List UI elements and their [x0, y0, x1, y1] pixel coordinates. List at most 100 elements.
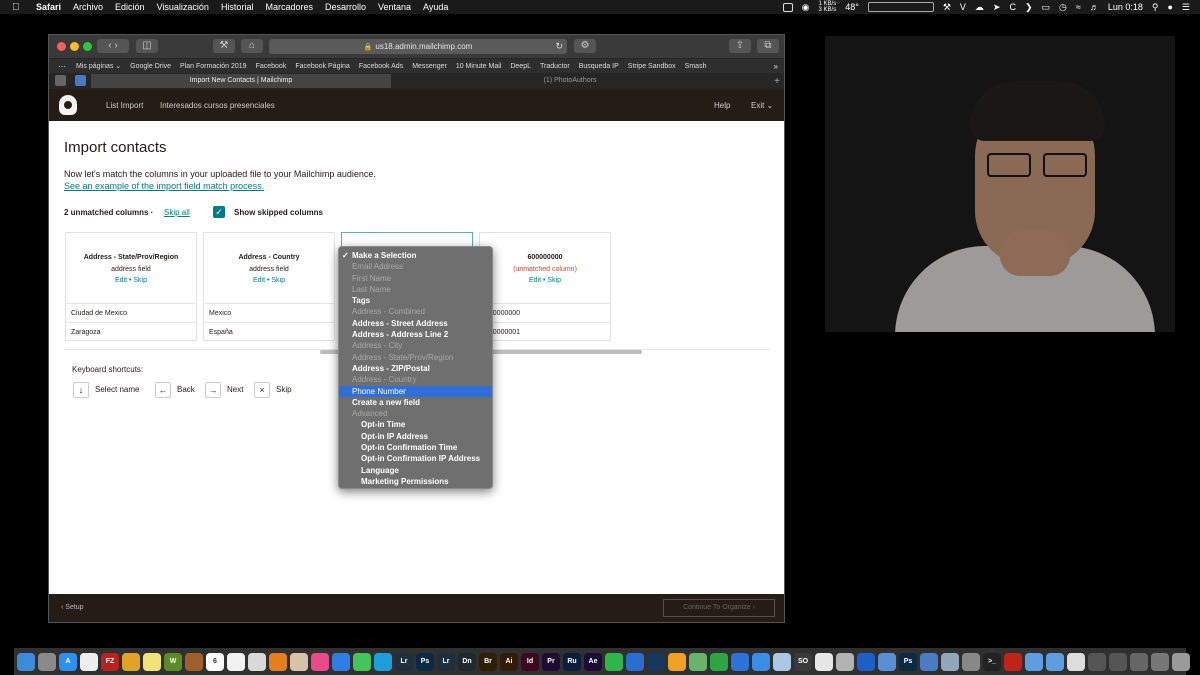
window-icon[interactable] [1130, 652, 1148, 671]
close-window-button[interactable] [57, 42, 66, 51]
example-link[interactable]: See an example of the import field match… [64, 181, 264, 191]
aftereffects-icon[interactable]: Ae [584, 652, 602, 671]
chrome-icon[interactable] [122, 652, 140, 671]
clock-icon[interactable] [80, 652, 98, 671]
column-actions[interactable]: Edit • Skip [204, 277, 334, 284]
dropdown-option[interactable]: Opt-in Confirmation Time [339, 442, 492, 453]
notes-icon[interactable] [143, 652, 161, 671]
network-icon[interactable] [878, 652, 896, 671]
whatsapp-icon[interactable] [605, 652, 623, 671]
extension-icon[interactable]: ⚒ [213, 39, 235, 53]
menu-ayuda[interactable]: Ayuda [423, 2, 448, 12]
lightroom-classic-icon[interactable]: Lr [437, 652, 455, 671]
continue-to-organize-button[interactable]: Continue To Organize › [663, 599, 775, 617]
favorite-link[interactable]: Traductor [540, 63, 570, 70]
dropdown-option[interactable]: Marketing Permissions [339, 476, 492, 487]
nav-exit[interactable]: Exit ⌄ [751, 101, 773, 110]
minimize-window-button[interactable] [70, 42, 79, 51]
arrow-icon[interactable]: ➤ [993, 2, 1001, 13]
skip-all-link[interactable]: Skip all [164, 208, 190, 217]
illustrator-icon[interactable]: Ai [500, 652, 518, 671]
textedit-icon[interactable] [248, 652, 266, 671]
dropdown-option[interactable]: ✓ Make a Selection [339, 250, 492, 261]
shield-icon[interactable]: ◉ [802, 2, 810, 13]
favorites-overflow-icon[interactable]: » [774, 62, 778, 71]
menu-visualizacion[interactable]: Visualización [157, 2, 209, 12]
back-to-setup-link[interactable]: ‹ Setup [61, 604, 84, 611]
tool-icon[interactable]: ⚒ [943, 2, 951, 13]
photos-icon[interactable] [290, 652, 308, 671]
menubar-search-field[interactable] [867, 2, 934, 12]
reload-icon[interactable]: ↻ [555, 39, 563, 54]
zoom-window-button[interactable] [83, 42, 92, 51]
screenflow-icon[interactable] [836, 652, 854, 671]
premiere-icon[interactable]: Pr [542, 652, 560, 671]
photoshop-small-icon[interactable]: Ps [899, 652, 917, 671]
soundsource-icon[interactable]: SO [794, 652, 812, 671]
tab-import-contacts[interactable]: Import New Contacts | Mailchimp [91, 74, 391, 88]
spotlight-icon[interactable]: ⚲ [1152, 2, 1159, 13]
pages-icon[interactable] [668, 652, 686, 671]
mailchimp-logo-icon[interactable] [59, 95, 77, 115]
dropdown-option[interactable]: Create a new field [339, 397, 492, 408]
teamviewer-icon[interactable] [857, 652, 875, 671]
dropdown-option[interactable]: Email Address [339, 261, 492, 272]
column-actions[interactable]: Edit • Skip [66, 277, 196, 284]
python2-icon[interactable] [1109, 652, 1127, 671]
menu-archivo[interactable]: Archivo [73, 2, 103, 12]
vpn-icon[interactable]: V [960, 2, 966, 12]
list-icon[interactable]: ☰ [1182, 2, 1190, 13]
trash-icon[interactable] [1172, 652, 1190, 671]
dropdown-option[interactable]: Advanced [339, 408, 492, 419]
finder-window-icon[interactable] [920, 652, 938, 671]
dropdown-option[interactable]: Address - State/Prov/Region [339, 352, 492, 363]
filezilla-icon[interactable]: FZ [101, 652, 119, 671]
apple-icon[interactable]:  [12, 2, 26, 13]
dropdown-option[interactable]: Address - Combined [339, 306, 492, 317]
grid-icon[interactable]: ⋯ [58, 62, 66, 71]
clock[interactable]: Lun 0:18 [1108, 2, 1143, 12]
dropdown-option[interactable]: Last Name [339, 284, 492, 295]
chevron-icon[interactable]: ❯ [1025, 2, 1033, 13]
cloud-icon[interactable]: ☁ [975, 2, 984, 13]
maps-icon[interactable] [689, 652, 707, 671]
reminders-icon[interactable] [227, 652, 245, 671]
indesign-icon[interactable]: Id [521, 652, 539, 671]
photoshop-icon[interactable]: Ps [416, 652, 434, 671]
nav-audience[interactable]: Interesados cursos presenciales [160, 101, 275, 110]
mail-icon[interactable] [752, 652, 770, 671]
dropdown-option[interactable]: Tags [339, 295, 492, 306]
bridge-icon[interactable]: Br [479, 652, 497, 671]
dropdown-option[interactable]: Opt-in IP Address [339, 431, 492, 442]
dropdown-option[interactable]: First Name [339, 273, 492, 284]
codeeditor-icon[interactable] [647, 652, 665, 671]
safari-icon[interactable] [332, 652, 350, 671]
dropdown-option[interactable]: Opt-in Confirmation IP Address [339, 453, 492, 464]
menu-desarrollo[interactable]: Desarrollo [325, 2, 366, 12]
dropdown-option[interactable]: Address - Address Line 2 [339, 329, 492, 340]
dropdown-option[interactable]: Address - Country [339, 374, 492, 385]
favorite-link[interactable]: Stripe Sandbox [628, 63, 676, 70]
keynote-icon[interactable] [731, 652, 749, 671]
favorite-link[interactable]: DeepL [510, 63, 531, 70]
nav-list-import[interactable]: List Import [106, 101, 143, 110]
itunes-icon[interactable] [311, 652, 329, 671]
dropdown-option[interactable]: Language [339, 465, 492, 476]
favorite-link[interactable]: Messenger [412, 63, 447, 70]
menu-edicion[interactable]: Edición [115, 2, 145, 12]
dropdown-option[interactable]: Phone Number [339, 385, 492, 397]
pinned-tab-icon[interactable] [75, 75, 86, 86]
favorite-link[interactable]: Facebook Página [295, 63, 349, 70]
menu-marcadores[interactable]: Marcadores [265, 2, 313, 12]
back-forward-icon[interactable]: ‹ › [97, 39, 129, 53]
refresh-icon[interactable]: C [1009, 2, 1016, 12]
folder2-icon[interactable] [1046, 652, 1064, 671]
show-skipped-checkbox[interactable]: ✓ [213, 206, 225, 218]
favorite-link[interactable]: Mis páginas ⌄ [76, 62, 121, 70]
acrobat-icon[interactable] [1004, 652, 1022, 671]
tab-photoauthors[interactable]: (1) PhotoAuthors [405, 74, 735, 88]
field-select-dropdown[interactable]: ✓ Make a Selection Email Address First Name… [338, 246, 493, 489]
menu-historial[interactable]: Historial [221, 2, 254, 12]
python-icon[interactable] [1088, 652, 1106, 671]
wordpress-icon[interactable]: W [164, 652, 182, 671]
